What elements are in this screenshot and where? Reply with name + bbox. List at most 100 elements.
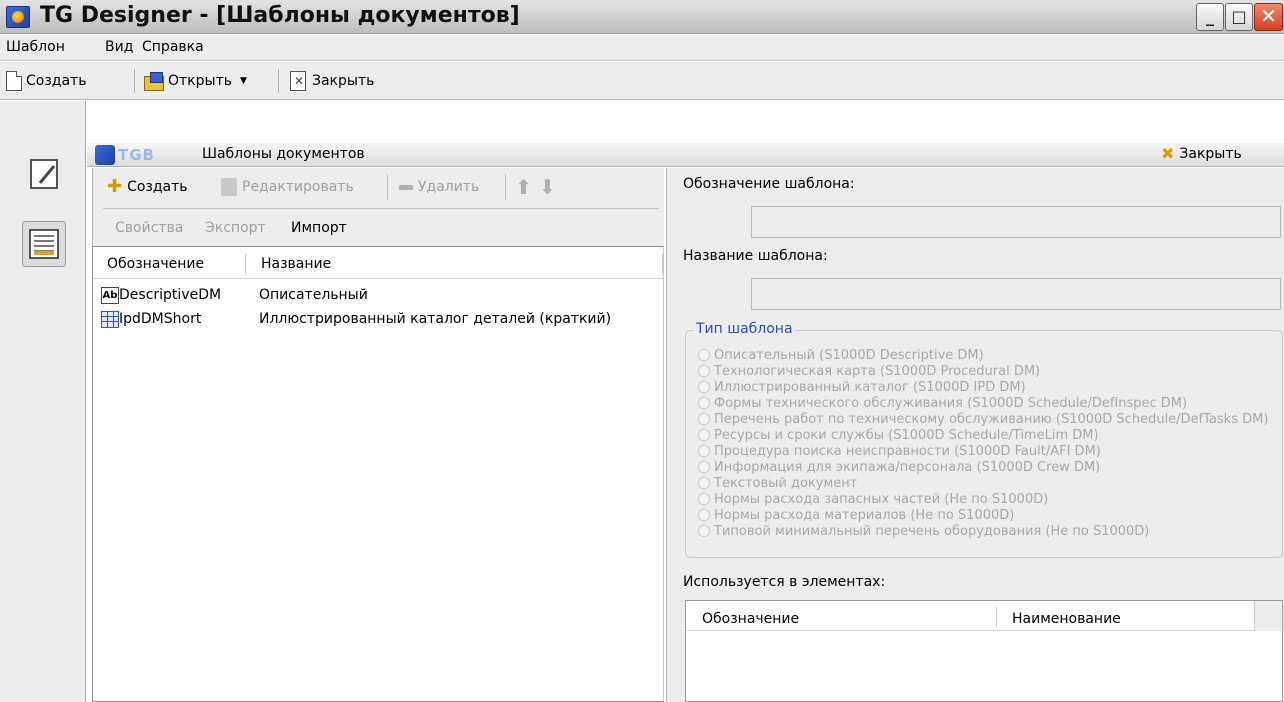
name-label: Название шаблона: [683, 248, 828, 264]
column-header-filler [1254, 601, 1282, 631]
type-radio[interactable]: Технологическая карта (S1000D Procedural… [698, 363, 1040, 379]
edit-button[interactable]: Редактировать [221, 176, 354, 198]
sidebar-editor-button[interactable] [22, 151, 66, 197]
radio-icon [698, 477, 710, 489]
row-designation: DescriptiveDM [119, 287, 222, 303]
used-in-label: Используется в элементах: [683, 574, 886, 590]
type-radio-label: Информация для экипажа/персонала (S1000D… [714, 459, 1101, 475]
type-radio[interactable]: Нормы расхода запасных частей (Не по S10… [698, 491, 1048, 507]
menu-template[interactable]: Шаблон [6, 39, 65, 55]
type-radio-label: Технологическая карта (S1000D Procedural… [714, 363, 1041, 379]
close-icon: ✖ [1161, 144, 1175, 163]
name-field[interactable] [751, 278, 1281, 310]
type-radio[interactable]: Описательный (S1000D Descriptive DM) [698, 347, 984, 363]
type-radio[interactable]: Процедура поиска неисправности (S1000D F… [698, 443, 1101, 459]
tgb-logo-text: TGB [118, 146, 155, 164]
type-radio-label: Типовой минимальный перечень оборудовани… [714, 523, 1150, 539]
radio-icon [698, 397, 710, 409]
sidebar-templates-button[interactable] [22, 221, 66, 267]
template-form: Обозначение шаблона: Название шаблона: Т… [666, 168, 1284, 702]
close-document-button[interactable]: Закрыть [288, 67, 374, 95]
type-radio-label: Нормы расхода материалов (Не по S1000D) [714, 507, 1015, 523]
sidebar [0, 101, 86, 702]
type-radio[interactable]: Перечень работ по техническому обслужива… [698, 411, 1268, 427]
arrow-down-icon: ⬇ [539, 175, 556, 199]
create-button[interactable]: Создать [6, 67, 86, 95]
menu-bar: Шаблон Вид Справка [0, 35, 1284, 61]
open-folder-icon [144, 72, 164, 91]
type-radio[interactable]: Нормы расхода материалов (Не по S1000D) [698, 507, 1014, 523]
column-separator[interactable] [996, 607, 997, 627]
used-in-table: Обозначение Наименование [685, 600, 1283, 702]
table-row[interactable]: Ab DescriptiveDM Описательный [93, 285, 663, 307]
main-toolbar: Создать Открыть ▼ Закрыть [0, 62, 1284, 100]
type-radio-label: Ресурсы и сроки службы (S1000D Schedule/… [714, 427, 1099, 443]
dropdown-arrow-icon[interactable]: ▼ [240, 76, 247, 86]
edit-label: Редактировать [242, 179, 354, 195]
column-header-designation[interactable]: Обозначение [702, 611, 799, 627]
list-toolbar: ✚ Создать Редактировать Удалить ⬆ ⬇ Свой… [92, 168, 664, 246]
type-radio-label: Описательный (S1000D Descriptive DM) [714, 347, 984, 363]
type-radio[interactable]: Иллюстрированный каталог (S1000D IPD DM) [698, 379, 1026, 395]
close-document-icon [288, 71, 308, 91]
radio-icon [698, 461, 710, 473]
import-link[interactable]: Импорт [291, 220, 347, 236]
open-button[interactable]: Открыть ▼ [144, 67, 247, 95]
properties-link[interactable]: Свойства [115, 220, 183, 236]
new-document-icon [6, 71, 22, 91]
radio-icon [698, 493, 710, 505]
edit-document-icon [30, 159, 58, 189]
app-icon [6, 6, 30, 28]
template-type-options: Описательный (S1000D Descriptive DM) Тех… [686, 331, 1282, 557]
arrow-up-icon: ⬆ [515, 175, 532, 199]
type-radio[interactable]: Текстовый документ [698, 475, 857, 491]
column-header-title[interactable]: Наименование [1012, 611, 1121, 627]
edit-icon [221, 178, 237, 196]
toolbar-separator [134, 69, 135, 93]
template-type-group: Тип шаблона Описательный (S1000D Descrip… [685, 321, 1283, 558]
type-radio[interactable]: Типовой минимальный перечень оборудовани… [698, 523, 1149, 539]
templates-list: Обозначение Название Ab DescriptiveDM Оп… [92, 246, 664, 702]
type-radio[interactable]: Информация для экипажа/персонала (S1000D… [698, 459, 1100, 475]
type-radio-label: Текстовый документ [714, 475, 858, 491]
title-bar: TG Designer - [Шаблоны документов] _ □ ✕ [0, 0, 1284, 34]
move-up-button[interactable]: ⬆ [515, 175, 532, 199]
type-radio-label: Процедура поиска неисправности (S1000D F… [714, 443, 1101, 459]
column-header-designation[interactable]: Обозначение [107, 256, 204, 272]
radio-icon [698, 381, 710, 393]
panel-close-label: Закрыть [1179, 146, 1242, 162]
radio-icon [698, 509, 710, 521]
window-title: TG Designer - [Шаблоны документов] [40, 3, 520, 28]
minimize-button[interactable]: _ [1196, 3, 1224, 31]
maximize-button[interactable]: □ [1225, 3, 1253, 31]
toolbar-separator [278, 69, 279, 93]
open-label: Открыть [168, 73, 232, 89]
tgb-logo-icon [95, 145, 115, 165]
export-link[interactable]: Экспорт [205, 220, 266, 236]
row-name: Описательный [259, 287, 368, 303]
type-radio[interactable]: Ресурсы и сроки службы (S1000D Schedule/… [698, 427, 1099, 443]
delete-button[interactable]: Удалить [399, 176, 479, 198]
create-label: Создать [26, 73, 87, 89]
type-radio[interactable]: Формы технического обслуживания (S1000D … [698, 395, 1187, 411]
panel-close-button[interactable]: ✖ Закрыть [1161, 144, 1242, 163]
plus-icon: ✚ [107, 176, 123, 197]
type-radio-label: Формы технического обслуживания (S1000D … [714, 395, 1188, 411]
row-name: Иллюстрированный каталог деталей (кратки… [259, 311, 612, 327]
text-document-icon: Ab [101, 287, 119, 304]
column-header-name[interactable]: Название [261, 256, 331, 272]
list-create-button[interactable]: ✚ Создать [107, 176, 188, 198]
close-window-button[interactable]: ✕ [1254, 3, 1283, 31]
panel-title: Шаблоны документов [202, 146, 365, 162]
list-header: Обозначение Название [93, 247, 663, 279]
move-down-button[interactable]: ⬇ [539, 175, 556, 199]
designation-field[interactable] [751, 206, 1281, 238]
column-separator[interactable] [245, 254, 246, 274]
type-radio-label: Нормы расхода запасных частей (Не по S10… [714, 491, 1049, 507]
menu-help[interactable]: Справка [142, 39, 204, 55]
table-document-icon [101, 311, 119, 328]
column-separator[interactable] [662, 254, 663, 274]
radio-icon [698, 445, 710, 457]
menu-view[interactable]: Вид [105, 39, 133, 55]
table-row[interactable]: IpdDMShort Иллюстрированный каталог дета… [93, 309, 663, 331]
